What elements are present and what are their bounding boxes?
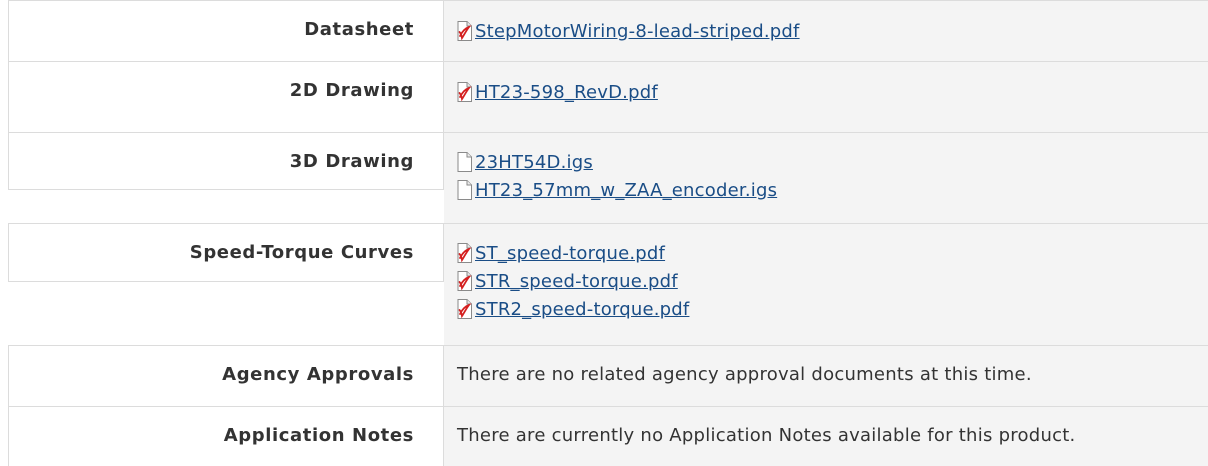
table-row-3d-drawing: 3D Drawing 23HT54D.igs HT23_57mm_w_ZAA_e…	[8, 132, 1208, 223]
row-label: 2D Drawing	[8, 61, 444, 132]
row-label: 3D Drawing	[8, 132, 444, 190]
table-row-speed-torque: Speed-Torque Curves ST_speed-torque.pdf …	[8, 223, 1208, 345]
file-entry[interactable]: StepMotorWiring-8-lead-striped.pdf	[457, 17, 1208, 45]
file-entry[interactable]: HT23_57mm_w_ZAA_encoder.igs	[457, 176, 1208, 204]
row-value: There are currently no Application Notes…	[444, 406, 1208, 466]
pdf-icon	[457, 243, 472, 263]
table-row-2d-drawing: 2D Drawing HT23-598_RevD.pdf	[8, 61, 1208, 132]
pdf-icon	[457, 21, 472, 41]
file-entry[interactable]: HT23-598_RevD.pdf	[457, 78, 1208, 106]
file-link[interactable]: 23HT54D.igs	[475, 152, 593, 173]
file-link[interactable]: HT23-598_RevD.pdf	[475, 82, 658, 103]
table-row-agency-approvals: Agency Approvals There are no related ag…	[8, 345, 1208, 406]
file-entry[interactable]: 23HT54D.igs	[457, 148, 1208, 176]
no-notes-message: There are currently no Application Notes…	[457, 425, 1076, 446]
downloads-table: Datasheet StepMotorWiring-8-lead-striped…	[8, 0, 1208, 466]
no-documents-message: There are no related agency approval doc…	[457, 364, 1032, 385]
row-label: Application Notes	[8, 406, 444, 466]
row-value: ST_speed-torque.pdf STR_speed-torque.pdf…	[444, 223, 1208, 345]
row-value: 23HT54D.igs HT23_57mm_w_ZAA_encoder.igs	[444, 132, 1208, 223]
file-link[interactable]: HT23_57mm_w_ZAA_encoder.igs	[475, 180, 777, 201]
file-link[interactable]: StepMotorWiring-8-lead-striped.pdf	[475, 21, 800, 42]
row-label: Agency Approvals	[8, 345, 444, 406]
document-icon	[457, 152, 472, 172]
file-entry[interactable]: STR2_speed-torque.pdf	[457, 295, 1208, 323]
pdf-icon	[457, 271, 472, 291]
row-label: Datasheet	[8, 0, 444, 61]
row-value: HT23-598_RevD.pdf	[444, 61, 1208, 132]
table-row-application-notes: Application Notes There are currently no…	[8, 406, 1208, 466]
row-value: There are no related agency approval doc…	[444, 345, 1208, 406]
file-link[interactable]: STR2_speed-torque.pdf	[475, 299, 689, 320]
pdf-icon	[457, 299, 472, 319]
file-entry[interactable]: STR_speed-torque.pdf	[457, 267, 1208, 295]
document-icon	[457, 180, 472, 200]
row-value: StepMotorWiring-8-lead-striped.pdf	[444, 0, 1208, 61]
file-link[interactable]: STR_speed-torque.pdf	[475, 271, 678, 292]
file-entry[interactable]: ST_speed-torque.pdf	[457, 239, 1208, 267]
table-row-datasheet: Datasheet StepMotorWiring-8-lead-striped…	[8, 0, 1208, 61]
row-label: Speed-Torque Curves	[8, 223, 444, 282]
file-link[interactable]: ST_speed-torque.pdf	[475, 243, 665, 264]
pdf-icon	[457, 82, 472, 102]
